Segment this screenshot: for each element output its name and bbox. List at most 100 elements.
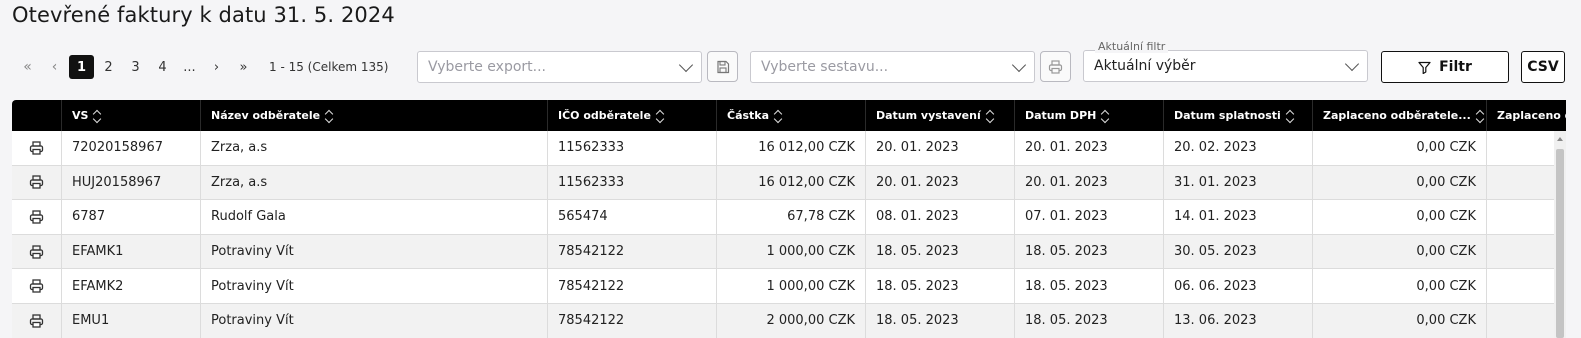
cell-due-date: 31. 01. 2023 xyxy=(1164,165,1313,200)
cell-issue-date: 08. 01. 2023 xyxy=(866,200,1015,234)
cell-amount: 16 012,00 CZK xyxy=(717,165,866,200)
sort-icon xyxy=(1285,109,1295,124)
cell-due-date: 30. 05. 2023 xyxy=(1164,234,1313,269)
printer-icon xyxy=(29,314,44,328)
filter-button-label: Filtr xyxy=(1439,59,1472,75)
print-row-button[interactable] xyxy=(12,269,62,303)
print-row-button[interactable] xyxy=(12,303,62,338)
cell-customer-name: Zrza, a.s xyxy=(201,165,548,200)
sort-icon xyxy=(773,109,783,124)
cell-issue-date: 18. 05. 2023 xyxy=(866,303,1015,338)
sort-icon xyxy=(985,109,994,124)
cell-due-date: 13. 06. 2023 xyxy=(1164,303,1313,338)
header-issue-date[interactable]: Datum vystavení xyxy=(866,100,1015,131)
cell-issue-date: 20. 01. 2023 xyxy=(866,131,1015,165)
next-page-button[interactable]: › xyxy=(203,55,230,79)
prev-page-button[interactable]: ‹ xyxy=(41,55,68,79)
chevron-down-icon xyxy=(678,57,694,72)
header-customer-id[interactable]: IČO odběratele xyxy=(548,100,717,131)
cell-paid-by-customer: 0,00 CZK xyxy=(1313,303,1487,338)
printer-icon xyxy=(29,175,44,190)
page-title: Otevřené faktury k datu 31. 5. 2024 xyxy=(12,3,395,27)
cell-customer-name: Potraviny Vít xyxy=(201,303,548,338)
cell-customer-name: Zrza, a.s xyxy=(201,131,548,165)
cell-paid-by-customer: 0,00 CZK xyxy=(1313,165,1487,200)
filter-select[interactable]: Aktuální výběr xyxy=(1083,50,1368,82)
cell-amount: 67,78 CZK xyxy=(717,200,866,234)
printer-icon xyxy=(1048,59,1063,74)
report-select-placeholder: Vyberte sestavu... xyxy=(761,59,889,75)
cell-customer-id: 565474 xyxy=(548,200,717,234)
sort-icon xyxy=(93,109,102,124)
last-page-button[interactable]: » xyxy=(230,55,257,79)
cell-vs: HUJ20158967 xyxy=(62,165,201,200)
cell-issue-date: 18. 05. 2023 xyxy=(866,234,1015,269)
cell-paid-by-customer: 0,00 CZK xyxy=(1313,131,1487,165)
cell-paid-by-customer: 0,00 CZK xyxy=(1313,200,1487,234)
csv-button[interactable]: CSV xyxy=(1521,51,1565,83)
cell-customer-id: 78542122 xyxy=(548,269,717,303)
cell-due-date: 14. 01. 2023 xyxy=(1164,200,1313,234)
table-row[interactable]: EFAMK2 Potraviny Vít 78542122 1 000,00 C… xyxy=(12,269,1566,304)
report-select[interactable]: Vyberte sestavu... xyxy=(750,51,1035,83)
page-button-1[interactable]: 1 xyxy=(69,55,94,79)
cell-due-date: 20. 02. 2023 xyxy=(1164,131,1313,165)
filter-button[interactable]: Filtr xyxy=(1381,51,1509,83)
save-icon xyxy=(716,60,729,73)
cell-paid-by-customer: 0,00 CZK xyxy=(1313,234,1487,269)
table-row[interactable]: EMU1 Potraviny Vít 78542122 2 000,00 CZK… xyxy=(12,303,1566,338)
page-button-3[interactable]: 3 xyxy=(122,55,149,79)
header-vat-date[interactable]: Datum DPH xyxy=(1015,100,1164,131)
print-row-button[interactable] xyxy=(12,200,62,234)
cell-amount: 16 012,00 CZK xyxy=(717,131,866,165)
table-row[interactable]: EFAMK1 Potraviny Vít 78542122 1 000,00 C… xyxy=(12,234,1566,270)
cell-vat-date: 20. 01. 2023 xyxy=(1015,165,1164,200)
cell-vs: 6787 xyxy=(62,200,201,234)
vertical-scrollbar[interactable] xyxy=(1554,131,1566,338)
cell-customer-name: Potraviny Vít xyxy=(201,269,548,303)
print-row-button[interactable] xyxy=(12,234,62,269)
first-page-button[interactable]: « xyxy=(14,55,41,79)
pagination-info: 1 - 15 (Celkem 135) xyxy=(269,60,389,74)
sort-icon xyxy=(1101,109,1110,124)
header-vs[interactable]: VS xyxy=(62,100,201,131)
export-save-button[interactable] xyxy=(707,51,738,82)
table-row[interactable]: 6787 Rudolf Gala 565474 67,78 CZK 08. 01… xyxy=(12,200,1566,235)
cell-vs: 72020158967 xyxy=(62,131,201,165)
print-row-button[interactable] xyxy=(12,165,62,200)
page-button-2[interactable]: 2 xyxy=(95,55,122,79)
cell-paid-by-customer: 0,00 CZK xyxy=(1313,269,1487,303)
export-select[interactable]: Vyberte export... xyxy=(417,51,702,83)
page-button-4[interactable]: 4 xyxy=(149,55,176,79)
print-row-button[interactable] xyxy=(12,131,62,165)
header-amount[interactable]: Částka xyxy=(717,100,866,131)
cell-vat-date: 18. 05. 2023 xyxy=(1015,269,1164,303)
printer-icon xyxy=(29,210,44,224)
report-print-button[interactable] xyxy=(1040,51,1071,82)
chevron-down-icon xyxy=(1344,56,1360,71)
table-row[interactable]: 72020158967 Zrza, a.s 11562333 16 012,00… xyxy=(12,131,1566,166)
header-paid-by-customer[interactable]: Zaplaceno odběratele... xyxy=(1313,100,1487,131)
filter-select-value: Aktuální výběr xyxy=(1094,58,1196,74)
printer-icon xyxy=(29,244,44,259)
sort-icon xyxy=(655,109,665,124)
cell-vat-date: 18. 05. 2023 xyxy=(1015,234,1164,269)
cell-due-date: 06. 06. 2023 xyxy=(1164,269,1313,303)
sort-icon xyxy=(324,109,334,124)
cell-customer-id: 78542122 xyxy=(548,303,717,338)
header-due-date[interactable]: Datum splatnosti xyxy=(1164,100,1313,131)
header-customer-name[interactable]: Název odběratele xyxy=(201,100,548,131)
table-body: 72020158967 Zrza, a.s 11562333 16 012,00… xyxy=(12,131,1566,338)
cell-issue-date: 20. 01. 2023 xyxy=(866,165,1015,200)
table-row[interactable]: HUJ20158967 Zrza, a.s 11562333 16 012,00… xyxy=(12,165,1566,201)
funnel-icon xyxy=(1418,61,1431,74)
cell-customer-id: 11562333 xyxy=(548,165,717,200)
header-paid-to[interactable]: Zaplaceno do xyxy=(1487,100,1566,131)
chevron-down-icon xyxy=(1011,57,1027,72)
page-ellipsis[interactable]: ... xyxy=(176,55,203,79)
cell-issue-date: 18. 05. 2023 xyxy=(866,269,1015,303)
cell-vs: EFAMK1 xyxy=(62,234,201,269)
cell-vat-date: 18. 05. 2023 xyxy=(1015,303,1164,338)
invoices-table: VS Název odběratele IČO odběratele Částk… xyxy=(12,100,1566,338)
cell-vat-date: 07. 01. 2023 xyxy=(1015,200,1164,234)
